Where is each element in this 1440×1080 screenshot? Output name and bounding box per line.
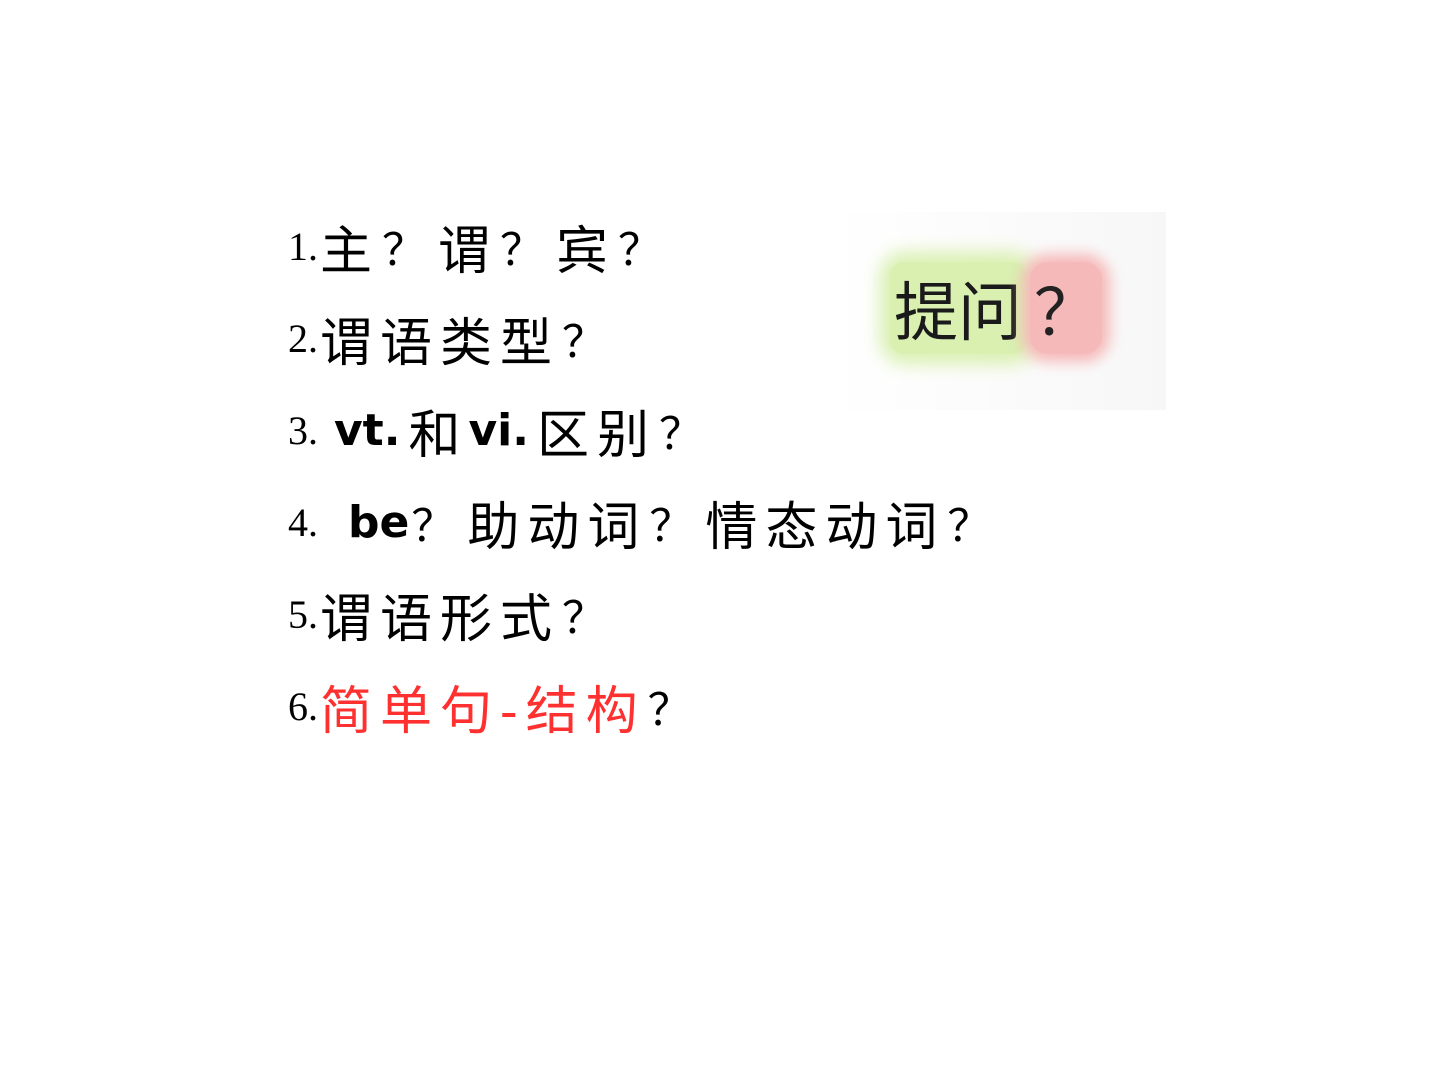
item-number: 6. (288, 683, 318, 729)
question-mark: ？ (411, 501, 456, 552)
list-item-6: 6. 简单句-结构 ？ (288, 660, 1003, 752)
item-number: 5. (288, 591, 318, 637)
question-mark: ？ (562, 593, 607, 644)
highlighted-text: 简单句-结构 (320, 681, 646, 742)
item-text-modal: 情态动词 (705, 497, 946, 558)
question-mark: ？ (658, 409, 703, 460)
ask-question-mark: ？ (1030, 262, 1102, 354)
item-text-and: 和 (408, 405, 469, 466)
item-text: 谓语类型 (320, 313, 561, 374)
list-item-4: 4. be ？ 助动词 ？ 情态动词 ？ (288, 476, 1003, 568)
ask-word: 提问 (890, 262, 1026, 354)
ask-question-label: 提问 ？ (890, 262, 1102, 354)
slide: 1. 主 ？ 谓 ？ 宾 ？ 2. 谓语类型 ？ 3. vt. 和 vi. 区别… (0, 0, 1440, 1080)
english-term-vt: vt. (334, 404, 401, 456)
english-term-be: be (348, 496, 410, 548)
item-text-auxiliary: 助动词 (467, 497, 648, 558)
item-text-difference: 区别 (536, 405, 657, 466)
item-number: 4. (288, 499, 318, 545)
question-mark: ？ (947, 501, 992, 552)
item-text-object: 宾 (556, 221, 617, 282)
question-mark: ？ (562, 317, 607, 368)
item-number: 3. (288, 407, 318, 453)
question-mark: ？ (500, 225, 545, 276)
question-mark: ？ (382, 225, 427, 276)
question-mark: ？ (649, 501, 694, 552)
item-number: 1. (288, 223, 318, 269)
question-mark: ？ (618, 225, 663, 276)
item-text: 谓语形式 (320, 589, 561, 650)
english-term-vi: vi. (468, 404, 529, 456)
item-number: 2. (288, 315, 318, 361)
item-text-predicate: 谓 (438, 221, 499, 282)
list-item-5: 5. 谓语形式 ？ (288, 568, 1003, 660)
question-mark: ？ (647, 685, 692, 736)
item-text-subject: 主 (320, 221, 381, 282)
